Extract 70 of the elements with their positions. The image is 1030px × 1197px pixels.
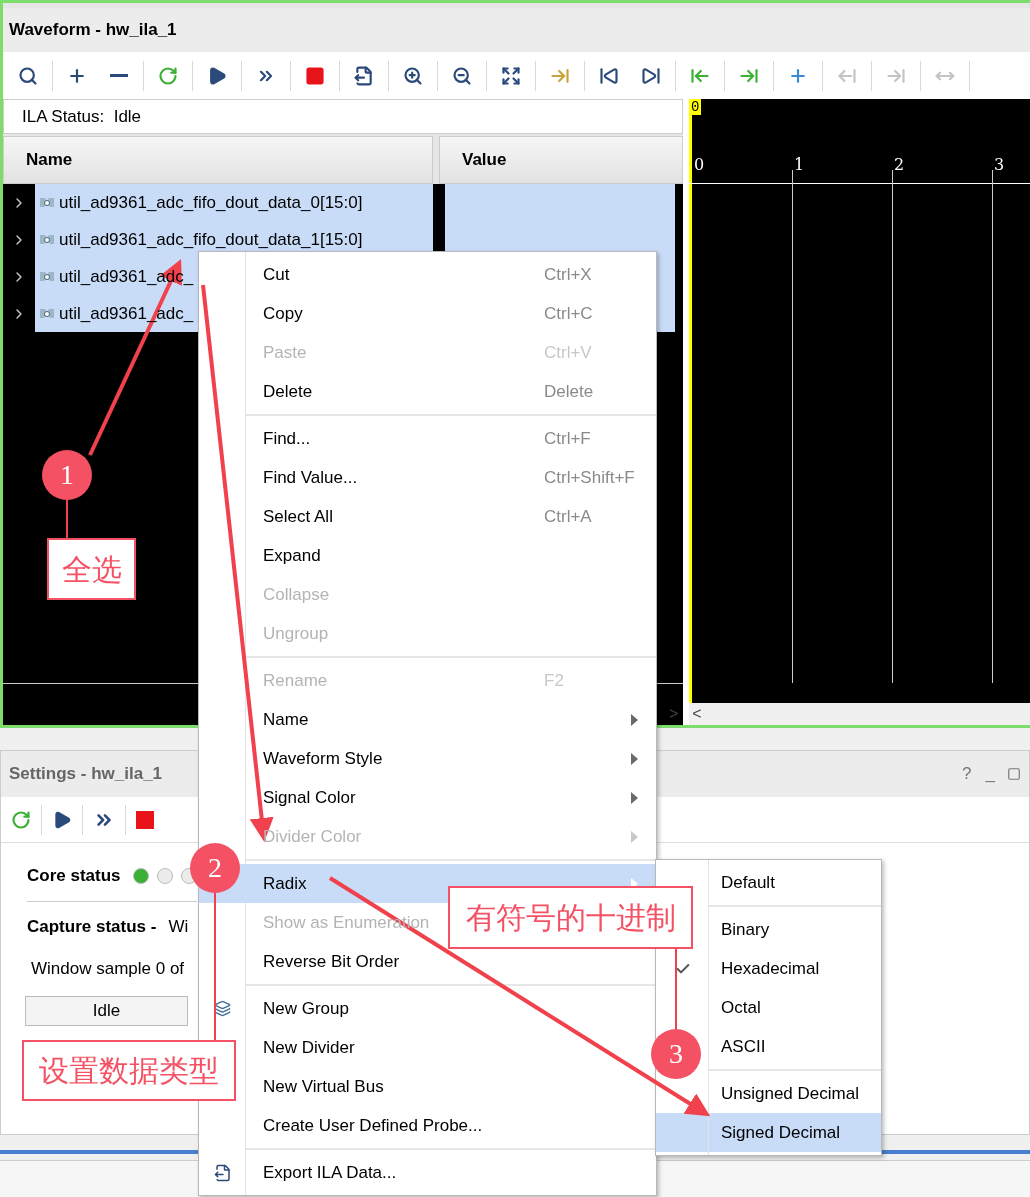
fit-icon (501, 65, 521, 86)
minus-icon (110, 74, 128, 77)
sample-text: Window sample 0 of (31, 958, 185, 980)
menu-item[interactable]: Delete Delete (199, 372, 656, 411)
submenu-arrow-icon (631, 752, 638, 765)
shortcut-label: Ctrl+C (544, 302, 594, 325)
probe-icon (39, 195, 55, 210)
scroll-arrow[interactable]: < (692, 702, 702, 726)
zoom-out-icon (452, 65, 472, 86)
cursor-label: 0 (689, 99, 702, 115)
column-header[interactable]: Name (3, 136, 433, 184)
maximize-icon[interactable] (1007, 767, 1021, 781)
minimize-button[interactable]: _ (985, 761, 995, 787)
zoom-in-icon (403, 65, 423, 86)
play-icon[interactable] (52, 809, 72, 830)
skip-back-icon (599, 65, 619, 86)
shortcut-label: Ctrl+Shift+F (544, 466, 636, 489)
menu-item[interactable]: Export ILA Data... (199, 1153, 656, 1192)
refresh-icon (158, 65, 178, 86)
play-icon (207, 65, 227, 86)
menu-item[interactable]: Signal Color (199, 778, 656, 817)
probe-icon (39, 306, 55, 321)
window-title: Settings - hw_ila_1 (9, 763, 163, 786)
menu-item[interactable]: Waveform Style (199, 739, 656, 778)
export-icon (354, 65, 374, 86)
probe-icon (39, 269, 55, 284)
field-label: Capture status - (27, 916, 157, 939)
probe-icon (39, 232, 55, 247)
submenu-arrow-icon (631, 713, 638, 726)
group-icon (214, 1000, 231, 1017)
menu-item[interactable]: Octal (656, 988, 881, 1027)
time-tick-label: 2 (894, 154, 905, 176)
shortcut-label: Ctrl+X (544, 263, 593, 286)
menu-item[interactable]: Find Value... Ctrl+Shift+F (199, 458, 656, 497)
submenu-arrow-icon (631, 791, 638, 804)
shortcut-label: Ctrl+F (544, 427, 592, 450)
search-icon (18, 65, 38, 86)
leader-line (66, 499, 68, 539)
menu-item[interactable]: New Group (199, 989, 656, 1028)
window-title: Waveform - hw_ila_1 (9, 19, 177, 42)
shortcut-label: Ctrl+A (544, 505, 593, 528)
stop-icon[interactable] (136, 810, 154, 829)
menu-item[interactable]: Copy Ctrl+C (199, 294, 656, 333)
export-icon (213, 1163, 232, 1182)
time-tick-label: 1 (794, 154, 805, 176)
status-text: ILA Status: Idle (3, 99, 683, 134)
menu-item[interactable]: Hexadecimal (656, 949, 881, 988)
help-button[interactable]: ? (962, 761, 972, 787)
status-button[interactable]: Idle (25, 995, 188, 1026)
menu-item[interactable]: Signed Decimal (656, 1113, 881, 1152)
stop-icon (305, 65, 325, 86)
column-header[interactable]: Value (439, 136, 683, 184)
menu-item[interactable]: Create User Defined Probe... (199, 1106, 656, 1145)
refresh-icon[interactable] (11, 809, 31, 830)
menu-item[interactable]: Select All Ctrl+A (199, 497, 656, 536)
callout-tooltip: 设置数据类型 (22, 1040, 236, 1101)
time-tick-label: 3 (994, 154, 1005, 176)
signal-row[interactable]: util_ad9361_adc_fifo_dout_data_0[15:0] (35, 184, 433, 221)
callout-tooltip: 全选 (47, 538, 136, 600)
menu-item[interactable]: Expand (199, 536, 656, 575)
field-value: Wi (168, 916, 189, 939)
menu-item[interactable]: Find... Ctrl+F (199, 419, 656, 458)
field-label: Core status (27, 865, 121, 888)
menu-item[interactable]: Name (199, 700, 656, 739)
submenu-arrow-icon (631, 830, 638, 843)
skip-forward-icon (641, 65, 661, 86)
time-tick-label: 0 (694, 154, 705, 176)
callout-tooltip: 有符号的十进制 (448, 886, 693, 949)
shortcut-label: Delete (544, 380, 595, 403)
menu-item[interactable]: Cut Ctrl+X (199, 255, 656, 294)
